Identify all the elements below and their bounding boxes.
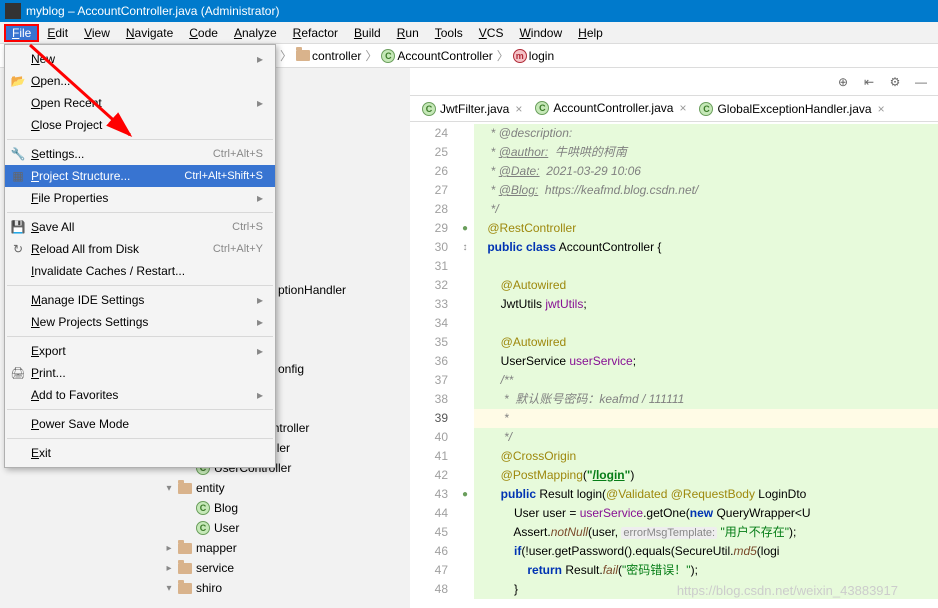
watermark-text: https://blog.csdn.net/weixin_43883917 xyxy=(677,583,898,598)
gutter-marks: ●↕ ● xyxy=(456,122,474,608)
chevron-right-icon: 〉 xyxy=(280,47,292,64)
editor-toolbar: ⊕ ⇤ ⚙ — xyxy=(410,68,938,96)
folder-icon xyxy=(296,50,310,61)
tree-expander[interactable]: ▸ xyxy=(164,543,174,554)
breadcrumb-method[interactable]: m login xyxy=(513,49,554,63)
menu-item-new[interactable]: New▸ xyxy=(5,48,275,70)
menu-item-file-properties[interactable]: File Properties▸ xyxy=(5,187,275,209)
class-icon: C xyxy=(196,521,210,535)
tree-item[interactable]: ▾shiro xyxy=(160,578,400,598)
tree-item-partial: ptionHandler xyxy=(278,283,346,297)
method-icon: m xyxy=(513,49,527,63)
class-icon: C xyxy=(422,102,436,116)
breadcrumb-class[interactable]: C AccountController xyxy=(381,49,492,63)
folder-icon xyxy=(178,543,192,554)
target-icon[interactable]: ⊕ xyxy=(834,73,852,91)
menu-edit[interactable]: Edit xyxy=(39,24,76,42)
breadcrumb-label: controller xyxy=(312,49,361,63)
code-editor[interactable]: 2425262728293031323334353637383940414243… xyxy=(410,122,938,608)
menu-run[interactable]: Run xyxy=(389,24,427,42)
tree-expander[interactable]: ▸ xyxy=(164,563,174,574)
menu-item-new-projects-settings[interactable]: New Projects Settings▸ xyxy=(5,311,275,333)
menu-item-power-save-mode[interactable]: Power Save Mode xyxy=(5,413,275,435)
class-icon: C xyxy=(196,501,210,515)
editor-tab[interactable]: CGlobalExceptionHandler.java× xyxy=(693,96,891,121)
breadcrumb-package[interactable]: controller xyxy=(296,49,361,63)
file-menu-dropdown: New▸📂Open...Open Recent▸Close Project 🔧Se… xyxy=(4,44,276,468)
window-title: myblog – AccountController.java (Adminis… xyxy=(26,0,279,22)
titlebar: myblog – AccountController.java (Adminis… xyxy=(0,0,938,22)
menu-help[interactable]: Help xyxy=(570,24,611,42)
tree-item-partial: onfig xyxy=(278,362,304,376)
folder-icon xyxy=(178,563,192,574)
menu-refactor[interactable]: Refactor xyxy=(285,24,346,42)
close-icon[interactable]: × xyxy=(515,102,522,116)
gear-icon[interactable]: ⚙ xyxy=(886,73,904,91)
editor-panel: ⊕ ⇤ ⚙ — CJwtFilter.java×CAccountControll… xyxy=(410,68,938,608)
menu-vcs[interactable]: VCS xyxy=(471,24,512,42)
app-icon xyxy=(5,3,21,19)
folder-icon xyxy=(178,583,192,594)
menu-item-save-all[interactable]: 💾Save AllCtrl+S xyxy=(5,216,275,238)
menu-item-open-[interactable]: 📂Open... xyxy=(5,70,275,92)
menu-item-close-project[interactable]: Close Project xyxy=(5,114,275,136)
menu-item-manage-ide-settings[interactable]: Manage IDE Settings▸ xyxy=(5,289,275,311)
class-icon: C xyxy=(535,101,549,115)
line-gutter: 2425262728293031323334353637383940414243… xyxy=(410,122,456,608)
menubar: FileEditViewNavigateCodeAnalyzeRefactorB… xyxy=(0,22,938,44)
breadcrumb-label: login xyxy=(529,49,554,63)
source-code[interactable]: * @description: * @author: 牛哄哄的柯南 * @Dat… xyxy=(474,122,938,608)
minimize-icon[interactable]: — xyxy=(912,73,930,91)
tree-expander[interactable]: ▾ xyxy=(164,483,174,494)
tree-item[interactable]: CUser xyxy=(160,518,400,538)
menu-item-settings-[interactable]: 🔧Settings...Ctrl+Alt+S xyxy=(5,143,275,165)
editor-tab[interactable]: CAccountController.java× xyxy=(529,96,693,121)
close-icon[interactable]: × xyxy=(679,101,686,115)
chevron-right-icon: 〉 xyxy=(365,47,377,64)
chevron-right-icon: 〉 xyxy=(497,47,509,64)
class-icon: C xyxy=(381,49,395,63)
collapse-icon[interactable]: ⇤ xyxy=(860,73,878,91)
menu-item-reload-all-from-disk[interactable]: ↻Reload All from DiskCtrl+Alt+Y xyxy=(5,238,275,260)
menu-item-project-structure-[interactable]: ▦Project Structure...Ctrl+Alt+Shift+S xyxy=(5,165,275,187)
tree-expander[interactable]: ▾ xyxy=(164,583,174,594)
menu-view[interactable]: View xyxy=(76,24,118,42)
class-icon: C xyxy=(699,102,713,116)
menu-build[interactable]: Build xyxy=(346,24,389,42)
menu-file[interactable]: File xyxy=(4,24,39,42)
menu-item-invalidate-caches-restart-[interactable]: Invalidate Caches / Restart... xyxy=(5,260,275,282)
tree-item[interactable]: ▾entity xyxy=(160,478,400,498)
menu-item-add-to-favorites[interactable]: Add to Favorites▸ xyxy=(5,384,275,406)
breadcrumb-label: AccountController xyxy=(397,49,492,63)
menu-item-exit[interactable]: Exit xyxy=(5,442,275,464)
menu-item-open-recent[interactable]: Open Recent▸ xyxy=(5,92,275,114)
editor-tabs: CJwtFilter.java×CAccountController.java×… xyxy=(410,96,938,122)
menu-item-export[interactable]: Export▸ xyxy=(5,340,275,362)
menu-analyze[interactable]: Analyze xyxy=(226,24,285,42)
tree-item[interactable]: ▸mapper xyxy=(160,538,400,558)
menu-navigate[interactable]: Navigate xyxy=(118,24,181,42)
tree-item[interactable]: CBlog xyxy=(160,498,400,518)
menu-code[interactable]: Code xyxy=(181,24,226,42)
editor-tab[interactable]: CJwtFilter.java× xyxy=(416,96,529,121)
menu-item-print-[interactable]: 🖨Print... xyxy=(5,362,275,384)
menu-window[interactable]: Window xyxy=(511,24,570,42)
close-icon[interactable]: × xyxy=(878,102,885,116)
menu-tools[interactable]: Tools xyxy=(427,24,471,42)
folder-icon xyxy=(178,483,192,494)
tree-item[interactable]: ▸service xyxy=(160,558,400,578)
